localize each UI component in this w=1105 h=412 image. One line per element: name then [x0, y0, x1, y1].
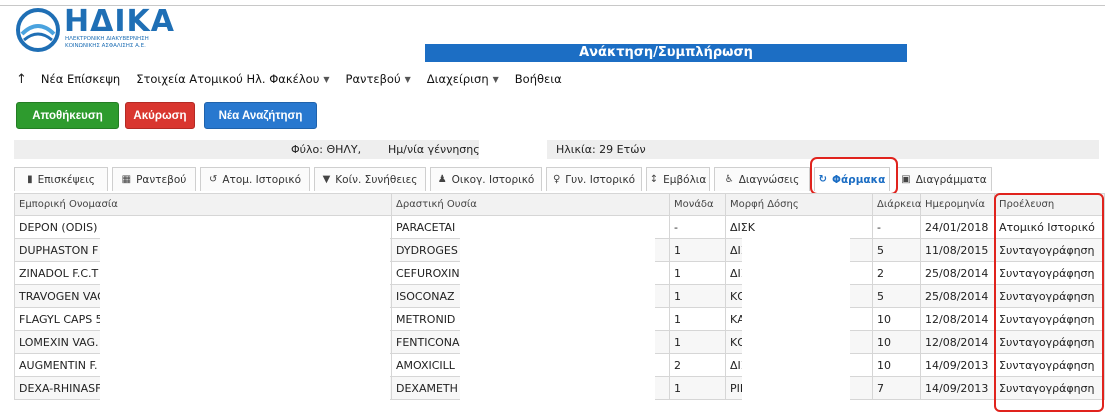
nav-ehr-data[interactable]: Στοιχεία Ατομικού Ηλ. Φακέλου ▼ — [136, 72, 329, 86]
cell-duration: 10 — [872, 307, 921, 331]
tab-label: Οικογ. Ιστορικό — [451, 173, 535, 186]
nav-appointments[interactable]: Ραντεβού ▼ — [346, 72, 411, 86]
tab-charts[interactable]: ▣ Διαγράμματα — [896, 167, 992, 191]
col-duration[interactable]: Διάρκεια — [872, 193, 921, 216]
tab-gyn-history[interactable]: ♀ Γυν. Ιστορικό — [546, 167, 642, 191]
person-icon: ♟ — [437, 174, 447, 185]
tab-label: Επισκέψεις — [37, 173, 95, 186]
chevron-down-icon: ▼ — [323, 74, 330, 84]
syringe-icon: ↕ — [649, 174, 659, 185]
cell-duration: 10 — [872, 353, 921, 377]
chevron-down-icon: ▼ — [492, 74, 499, 84]
table-row[interactable]: DEPON (ODIS) PARACETAI - ΔΙΣΚ -24/01/2018 Ατο… — [14, 215, 1105, 239]
save-button[interactable]: Αποθήκευση — [16, 102, 119, 129]
calendar-icon: ▦ — [121, 174, 132, 185]
cell-substance: PARACETAI — [391, 215, 670, 239]
logo-swirl-icon — [16, 8, 60, 52]
tab-diagnoses[interactable]: ♿ Διαγνώσεις — [714, 167, 810, 191]
filter-icon: ▼ — [322, 174, 331, 185]
header-blank-area — [425, 11, 907, 41]
cell-date: 12/08/2014 — [920, 307, 995, 331]
cell-duration: 5 — [872, 238, 921, 262]
cell-duration: 10 — [872, 330, 921, 354]
nav-management-label: Διαχείριση — [426, 72, 489, 86]
redaction-mask — [460, 238, 655, 412]
col-dosage-form[interactable]: Μορφή Δόσης — [725, 193, 873, 216]
cell-unit: 1 — [669, 261, 726, 285]
history-icon: ↺ — [208, 174, 218, 185]
main-navbar: ↑ Νέα Επίσκεψη Στοιχεία Ατομικού Ηλ. Φακ… — [16, 70, 578, 88]
origin-column-highlight — [994, 193, 1104, 412]
cell-unit: 1 — [669, 307, 726, 331]
medications-tab-highlight — [810, 157, 898, 195]
cell-unit: 1 — [669, 238, 726, 262]
nav-management[interactable]: Διαχείριση ▼ — [427, 72, 499, 86]
nav-ehr-data-label: Στοιχεία Ατομικού Ηλ. Φακέλου — [136, 72, 320, 86]
tab-label: Διαγνώσεις — [738, 173, 800, 186]
cell-trade-name: DEPON (ODIS) — [14, 215, 392, 239]
nav-new-visit-label: Νέα Επίσκεψη — [40, 72, 121, 86]
tab-personal-history[interactable]: ↺ Ατομ. Ιστορικό — [200, 167, 310, 191]
cell-date: 24/01/2018 — [920, 215, 995, 239]
cell-duration: 2 — [872, 261, 921, 285]
redaction-mask — [742, 238, 850, 412]
col-active-substance[interactable]: Δραστική Ουσία — [391, 193, 670, 216]
patient-age: Ηλικία: 29 Ετών — [556, 143, 646, 156]
nav-appointments-label: Ραντεβού — [345, 72, 401, 86]
page-title-banner: Ανάκτηση/Συμπλήρωση — [425, 44, 907, 62]
logo-subtitle: ΗΛΕΚΤΡΟΝΙΚΗ ΔΙΑΚΥΒΕΡΝΗΣΗ ΚΟΙΝΩΝΙΚΗΣ ΑΣΦΑ… — [65, 36, 149, 49]
cell-unit: 1 — [669, 330, 726, 354]
cell-date: 25/08/2014 — [920, 261, 995, 285]
cell-date: 11/08/2015 — [920, 238, 995, 262]
col-trade-name[interactable]: Εμπορική Ονομασία — [14, 193, 392, 216]
redaction-mask — [100, 238, 390, 412]
tab-label: Γυν. Ιστορικό — [565, 173, 636, 186]
new-search-button[interactable]: Νέα Αναζήτηση — [204, 102, 317, 129]
chart-icon: ▣ — [901, 174, 911, 185]
tab-social-habits[interactable]: ▼ Κοίν. Συνήθειες — [314, 167, 426, 191]
tab-label: Εμβόλια — [663, 173, 707, 186]
cell-unit: 1 — [669, 376, 726, 400]
redacted-block — [479, 140, 547, 159]
tab-visits[interactable]: ▮ Επισκέψεις — [14, 167, 108, 191]
cell-date: 14/09/2013 — [920, 376, 995, 400]
tab-label: Ατομ. Ιστορικό — [222, 173, 301, 186]
cell-unit: - — [669, 215, 726, 239]
logo-word: ΗΔΙΚΑ — [64, 4, 175, 39]
cell-date: 25/08/2014 — [920, 284, 995, 308]
cell-date: 12/08/2014 — [920, 330, 995, 354]
nav-help-label: Βοήθεια — [514, 72, 562, 86]
female-icon: ♀ — [552, 174, 561, 185]
cell-unit: 2 — [669, 353, 726, 377]
col-unit[interactable]: Μονάδα — [669, 193, 726, 216]
col-date[interactable]: Ημερομηνία — [920, 193, 995, 216]
patient-birth-label: Ημ/νία γέννησης: — [388, 143, 484, 156]
cell-unit: 1 — [669, 284, 726, 308]
tab-family-history[interactable]: ♟ Οικογ. Ιστορικό — [430, 167, 542, 191]
cell-duration: - — [872, 215, 921, 239]
patient-gender: Φύλο: ΘΗΛΥ, — [291, 143, 362, 156]
cell-duration: 7 — [872, 376, 921, 400]
nav-new-visit[interactable]: Νέα Επίσκεψη — [41, 72, 120, 86]
nav-help[interactable]: Βοήθεια — [515, 72, 562, 86]
arrow-up-icon[interactable]: ↑ — [16, 72, 27, 87]
cancel-button[interactable]: Ακύρωση — [125, 102, 195, 129]
visits-icon: ▮ — [27, 174, 33, 185]
cell-duration: 5 — [872, 284, 921, 308]
table-header-row: Εμπορική Ονομασία Δραστική Ουσία Μονάδα … — [14, 193, 1105, 216]
tab-appointments[interactable]: ▦ Ραντεβού — [112, 167, 196, 191]
tab-label: Διαγράμματα — [915, 173, 987, 186]
idika-logo: ΗΔΙΚΑ ΗΛΕΚΤΡΟΝΙΚΗ ΔΙΑΚΥΒΕΡΝΗΣΗ ΚΟΙΝΩΝΙΚΗ… — [14, 4, 174, 54]
patient-info-bar: Φύλο: ΘΗΛΥ, Ημ/νία γέννησης: Ηλικία: 29 … — [14, 140, 1099, 159]
cell-form: ΔΙΣΚ — [725, 215, 873, 239]
cell-date: 14/09/2013 — [920, 353, 995, 377]
accessibility-icon: ♿ — [724, 174, 734, 185]
tab-label: Ραντεβού — [136, 173, 187, 186]
tab-label: Κοίν. Συνήθειες — [335, 173, 418, 186]
chevron-down-icon: ▼ — [404, 74, 411, 84]
tab-vaccines[interactable]: ↕ Εμβόλια — [646, 167, 710, 191]
